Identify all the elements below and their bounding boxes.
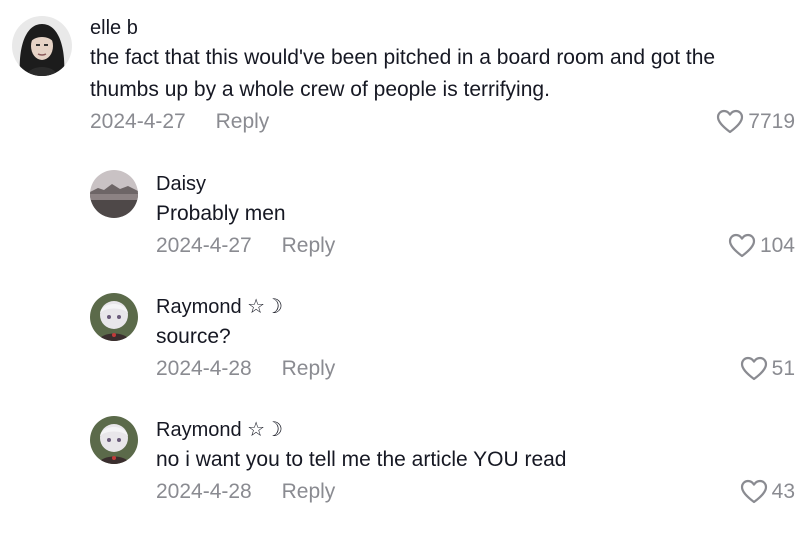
- reply-text: source?: [156, 325, 231, 348]
- like-count: 43: [771, 480, 795, 503]
- like-button[interactable]: 7719: [716, 107, 795, 137]
- avatar[interactable]: [12, 16, 72, 76]
- like-count: 7719: [748, 110, 795, 133]
- comment-text-line: thumbs up by a whole crew of people is t…: [90, 78, 550, 101]
- comment-text: the fact that this would've been pitched…: [90, 42, 795, 106]
- like-button[interactable]: 104: [728, 231, 795, 261]
- comment-meta: 2024-4-27 Reply 7719: [90, 107, 795, 137]
- reply-meta: 2024-4-27 Reply 104: [156, 231, 795, 261]
- reply-username[interactable]: Raymond ☆☽: [156, 293, 795, 321]
- reply-username[interactable]: Daisy: [156, 170, 795, 198]
- reply-date: 2024-4-27: [156, 234, 252, 257]
- heart-outline-icon: [728, 233, 756, 259]
- heart-outline-icon: [716, 109, 744, 135]
- reply-date: 2024-4-28: [156, 357, 252, 380]
- like-count: 104: [759, 234, 795, 257]
- avatar[interactable]: [90, 416, 138, 464]
- reply-button[interactable]: Reply: [282, 231, 336, 261]
- like-button[interactable]: 43: [740, 477, 795, 507]
- avatar[interactable]: [90, 170, 138, 218]
- reply-meta: 2024-4-28 Reply 51: [156, 354, 795, 384]
- comment-username[interactable]: elle b: [90, 14, 795, 42]
- comment-date: 2024-4-27: [90, 110, 186, 133]
- comment-text-line: the fact that this would've been pitched…: [90, 46, 716, 69]
- avatar[interactable]: [90, 293, 138, 341]
- comment-thread: elle b the fact that this would've been …: [0, 0, 795, 533]
- reply-button[interactable]: Reply: [216, 107, 270, 137]
- heart-outline-icon: [740, 479, 768, 505]
- reply-meta: 2024-4-28 Reply 43: [156, 477, 795, 507]
- reply-button[interactable]: Reply: [282, 354, 336, 384]
- reply-text: Probably men: [156, 202, 286, 225]
- heart-outline-icon: [740, 356, 768, 382]
- reply-button[interactable]: Reply: [282, 477, 336, 507]
- like-button[interactable]: 51: [740, 354, 795, 384]
- reply-username[interactable]: Raymond ☆☽: [156, 416, 795, 444]
- reply-date: 2024-4-28: [156, 480, 252, 503]
- reply-text: no i want you to tell me the article YOU…: [156, 448, 567, 471]
- like-count: 51: [771, 357, 795, 380]
